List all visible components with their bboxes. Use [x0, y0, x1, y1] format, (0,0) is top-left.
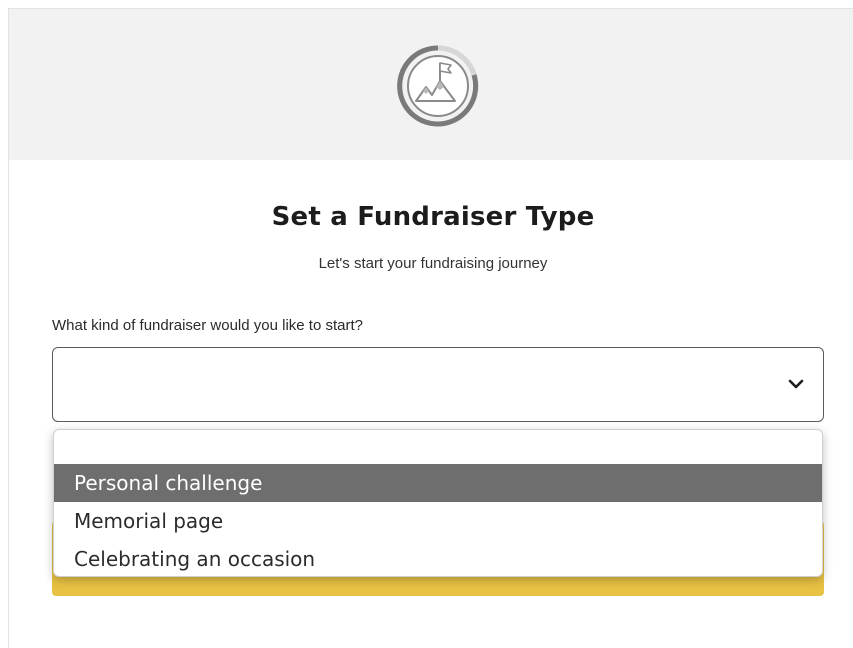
option-empty[interactable] — [54, 430, 822, 464]
page-subtitle: Let's start your fundraising journey — [318, 255, 548, 272]
fundraiser-card: Set a Fundraiser Type Let's start your f… — [8, 8, 853, 648]
option-personal-challenge[interactable]: Personal challenge — [54, 464, 822, 502]
fundraiser-type-label: What kind of fundraiser would you like t… — [52, 317, 363, 334]
mountain-flag-progress-icon — [397, 45, 479, 127]
option-memorial-page[interactable]: Memorial page — [54, 502, 822, 540]
page-title: Set a Fundraiser Type — [271, 202, 595, 232]
fundraiser-type-dropdown: Personal challenge Memorial page Celebra… — [53, 429, 823, 577]
chevron-down-icon — [788, 379, 804, 389]
fundraiser-type-select[interactable] — [52, 347, 824, 422]
option-celebrating-occasion[interactable]: Celebrating an occasion — [54, 540, 822, 576]
